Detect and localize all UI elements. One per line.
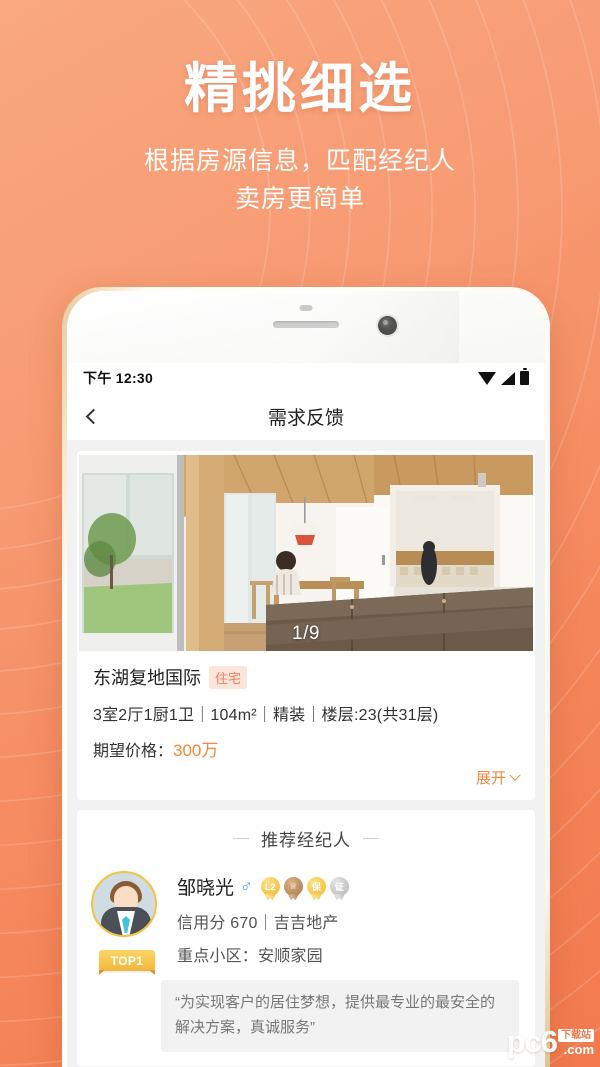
earpiece-speaker-icon xyxy=(273,321,339,328)
wifi-icon xyxy=(478,371,496,385)
watermark-brand: pc6 xyxy=(506,1024,558,1060)
phone-mockup: 下午 12:30 需求反馈 1/9 东湖复地国际 住宅 3室2厅1厨1卫｜104… xyxy=(62,287,550,1067)
section-header: 推荐经纪人 xyxy=(77,826,535,851)
guarantee-badge-icon: 保 xyxy=(306,877,326,896)
expand-button[interactable]: 展开 xyxy=(93,767,521,790)
content-scroll-area[interactable]: 1/9 东湖复地国际 住宅 3室2厅1厨1卫｜104m²｜精装｜楼层:23(共3… xyxy=(67,441,545,1066)
property-type-tag: 住宅 xyxy=(209,665,248,689)
phone-screen: 下午 12:30 需求反馈 1/9 东湖复地国际 住宅 3室2厅1厨1卫｜104… xyxy=(67,363,545,1067)
avatar[interactable] xyxy=(91,871,157,937)
listing-info: 东湖复地国际 住宅 3室2厅1厨1卫｜104m²｜精装｜楼层:23(共31层) … xyxy=(77,651,535,800)
price-value: 300万 xyxy=(173,741,219,760)
crown-badge-icon: ♕ xyxy=(283,877,303,896)
gender-male-icon: ♂ xyxy=(240,876,253,896)
listing-photo-gallery[interactable]: 1/9 xyxy=(79,451,533,651)
price-label: 期望价格： xyxy=(93,743,174,760)
watermark: pc6 下载站 .com xyxy=(507,1025,594,1057)
page-title: 需求反馈 xyxy=(267,408,344,429)
chevron-down-icon xyxy=(509,769,521,781)
recommended-agent-card: 推荐经纪人 TOP1 邹晓光 ♂ L2 ♕ 保 证 信用分 670｜吉吉地产 重… xyxy=(77,810,535,1066)
signal-icon xyxy=(501,371,515,385)
listing-specs: 3室2厅1厨1卫｜104m²｜精装｜楼层:23(共31层) xyxy=(93,707,439,724)
watermark-domain: .com xyxy=(563,1041,594,1057)
proximity-sensor-icon xyxy=(299,305,313,311)
estate-name: 东湖复地国际 xyxy=(93,668,201,688)
level-medal-badge-icon: L2 xyxy=(260,877,280,896)
promo-subtitle-line2: 卖房更简单 xyxy=(234,185,365,214)
rank-badge: TOP1 xyxy=(99,950,155,975)
avatar-container: TOP1 xyxy=(91,871,163,975)
certified-badge-icon: 证 xyxy=(329,877,349,896)
divider-dash-right xyxy=(363,837,379,840)
agent-district-line: 重点小区：安顺家园 xyxy=(177,948,323,965)
agent-row[interactable]: TOP1 邹晓光 ♂ L2 ♕ 保 证 信用分 670｜吉吉地产 重点小区：安顺… xyxy=(77,851,535,975)
promo-title: 精挑细选 xyxy=(184,59,416,119)
phone-bezel-top xyxy=(67,291,545,363)
agent-badges: L2 ♕ 保 证 xyxy=(260,877,349,896)
promo-subtitle-line1: 根据房源信息，匹配经纪人 xyxy=(143,146,456,175)
status-bar: 下午 12:30 xyxy=(67,363,545,393)
divider-dash-left xyxy=(233,837,249,840)
battery-icon xyxy=(520,368,529,385)
agent-credit-line: 信用分 670｜吉吉地产 xyxy=(177,915,339,932)
nav-bar: 需求反馈 xyxy=(67,393,545,441)
agent-quote: “为实现客户的居住梦想，提供最专业的最安全的解决方案，真诚服务” xyxy=(161,980,519,1052)
section-title: 推荐经纪人 xyxy=(261,831,351,850)
agent-name: 邹晓光 xyxy=(177,878,235,899)
listing-photo[interactable] xyxy=(79,455,533,651)
status-time: 下午 12:30 xyxy=(83,370,154,386)
listing-card[interactable]: 1/9 东湖复地国际 住宅 3室2厅1厨1卫｜104m²｜精装｜楼层:23(共3… xyxy=(77,451,535,800)
promo-banner: 精挑细选 根据房源信息，匹配经纪人 卖房更简单 xyxy=(0,56,600,219)
photo-counter: 1/9 xyxy=(292,623,320,644)
watermark-box-text: 下载站 xyxy=(558,1028,594,1042)
front-camera-icon xyxy=(378,316,397,335)
expand-label: 展开 xyxy=(475,770,506,787)
